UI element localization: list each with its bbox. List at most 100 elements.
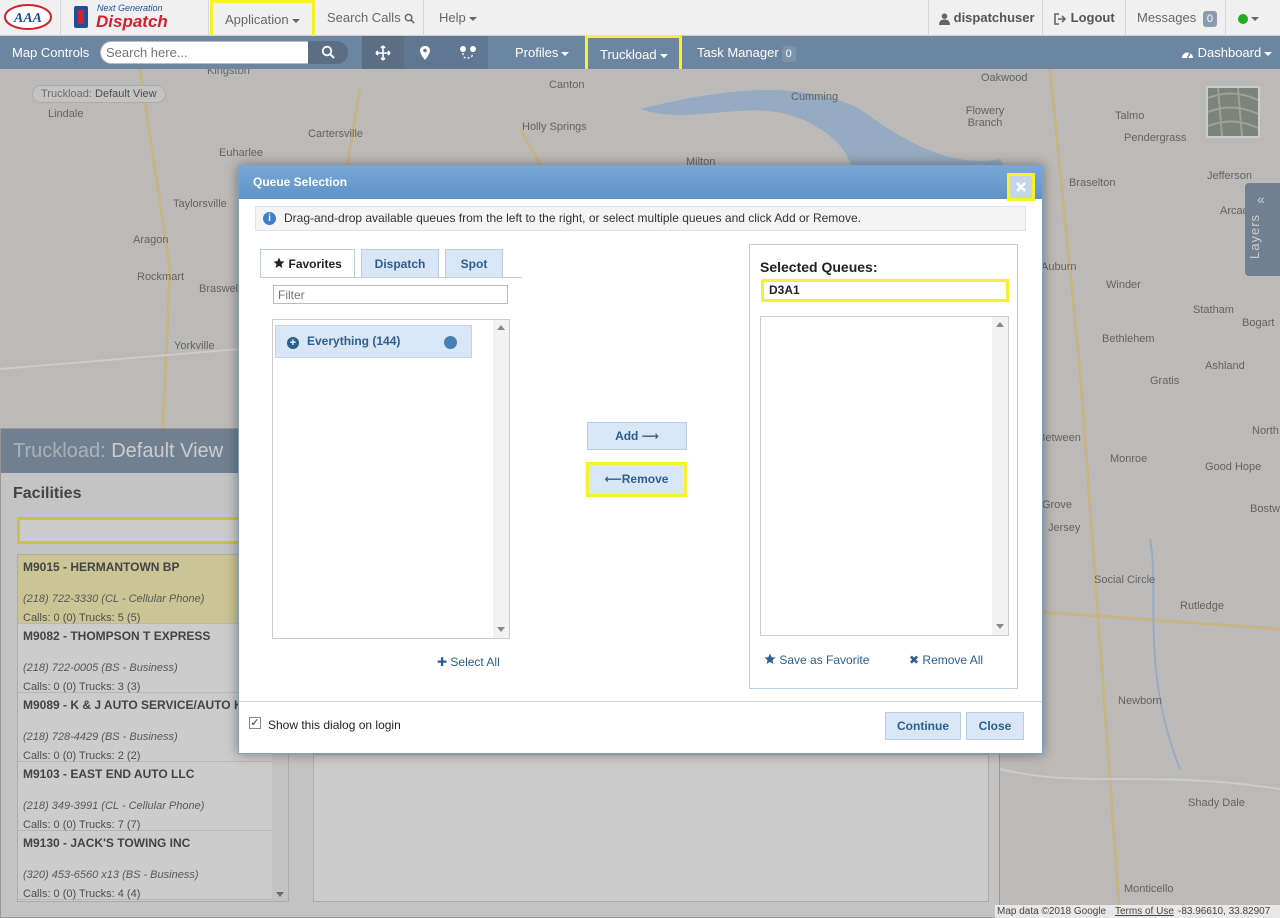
dialog-close-button[interactable] [1007,173,1035,201]
logout-icon [1054,12,1067,25]
selected-queues-title: Selected Queues: [760,259,878,275]
globe-icon [444,336,457,349]
plus-icon: ✚ [437,655,448,669]
task-count-badge: 0 [781,45,796,62]
continue-label: Continue [897,719,949,733]
username-label: dispatchuser [953,10,1035,25]
queue-filter-input[interactable] [273,285,508,304]
star-icon [764,653,776,664]
star-icon [273,257,285,268]
dashboard-label: Dashboard [1197,45,1262,60]
arrow-left-icon: ⟵ [604,472,622,486]
chevron-down-icon [561,51,570,56]
dialog-footer-divider [239,701,1042,702]
map-search-button[interactable] [308,41,348,64]
tab-label: Spot [460,257,488,271]
logout-label: Logout [1070,10,1115,25]
map-controls-label: Map Controls [12,45,90,60]
save-as-favorite-button[interactable]: Save as Favorite [764,653,869,667]
save-as-favorite-label: Save as Favorite [779,653,870,667]
add-button[interactable]: Add ⟶ [587,422,687,450]
profiles-menu[interactable]: Profiles [515,36,570,69]
tab-favorites[interactable]: Favorites [260,249,355,278]
user-icon [939,12,950,25]
search-icon [321,45,335,59]
truckload-label: Truckload [600,47,657,62]
task-manager-button[interactable]: Task Manager 0 [697,36,796,69]
status-dot-icon [1238,13,1248,24]
selected-queue-item[interactable]: D3A1 [761,279,1009,302]
task-manager-label: Task Manager [697,45,779,60]
user-menu[interactable]: dispatchuser [939,0,1035,36]
map-controls-button[interactable]: Map Controls [12,36,89,69]
tab-divider [260,277,522,278]
plus-circle-icon[interactable]: + [287,337,299,349]
selected-queues-panel: Selected Queues: D3A1 Save as Favorite ✖… [749,244,1018,689]
show-on-login-label: Show this dialog on login [268,718,401,732]
cursor-coordinates: -83.96610, 33.82907 [1178,906,1271,917]
remove-all-label: Remove All [922,653,984,667]
tab-spot[interactable]: Spot [445,249,503,278]
dialog-info-bar: i Drag-and-drop available queues from th… [255,206,1026,231]
queue-list-item[interactable]: + Everything (144) [275,325,472,358]
available-queues-list[interactable]: + Everything (144) [272,319,510,639]
dashboard-menu[interactable]: Dashboard [1181,36,1273,69]
remove-button[interactable]: ⟵Remove [586,462,687,497]
close-icon [1016,182,1026,192]
map-attribution: Map data ©2018 Google Terms of Use -83.9… [995,905,1280,918]
search-calls-menu[interactable]: Search Calls [327,0,415,36]
aaa-logo-icon: AAA [4,4,52,30]
help-menu[interactable]: Help [439,0,477,36]
add-label: Add [615,429,639,443]
logo-title: Dispatch [96,12,168,31]
remove-label: Remove [621,472,669,486]
map-data-credit: Map data ©2018 Google [997,906,1107,917]
route-icon [460,46,476,59]
selected-queues-scrollbar[interactable] [992,317,1008,635]
close-icon: ✖ [909,653,920,667]
chevron-down-icon [468,16,477,21]
messages-count-badge: 0 [1202,10,1217,27]
select-all-label: Select All [450,655,500,669]
svg-text:AAA: AAA [13,11,42,26]
queue-item-label: Everything (144) [307,334,401,348]
terms-of-use-link[interactable]: Terms of Use [1115,905,1174,918]
next-gen-dispatch-logo: Next Generation Dispatch [70,2,190,34]
help-label: Help [439,10,466,25]
top-navbar: AAA Next Generation Dispatch Application… [0,0,1280,40]
tab-label: Dispatch [374,257,426,271]
dialog-header: Queue Selection [239,166,1042,199]
select-all-button[interactable]: ✚ Select All [437,655,500,669]
available-queues-scrollbar[interactable] [493,320,509,638]
messages-button[interactable]: Messages 0 [1137,0,1217,36]
search-calls-label: Search Calls [327,10,401,25]
dashboard-icon [1182,52,1193,59]
marker-tool-button[interactable] [404,36,446,69]
chevron-down-icon [1264,51,1273,56]
scroll-down-icon[interactable] [497,627,505,632]
dispatch-logo-icon [74,6,88,28]
status-menu[interactable] [1238,0,1259,36]
dialog-title: Queue Selection [253,175,348,189]
dialog-info-text: Drag-and-drop available queues from the … [284,211,861,225]
search-icon [404,13,415,24]
scroll-down-icon[interactable] [996,624,1004,629]
tab-label: Favorites [288,257,342,271]
scroll-up-icon[interactable] [497,325,505,330]
show-on-login-checkbox[interactable]: ✓ [249,717,261,729]
application-menu[interactable]: Application [210,0,315,40]
close-label: Close [978,719,1012,733]
queue-selection-dialog: Queue Selection i Drag-and-drop availabl… [238,165,1043,754]
route-tool-button[interactable] [446,36,488,69]
continue-button[interactable]: Continue [885,712,961,740]
tab-dispatch[interactable]: Dispatch [361,249,439,278]
map-search-input[interactable] [100,41,310,64]
remove-all-button[interactable]: ✖ Remove All [909,653,983,667]
selected-queues-list[interactable] [760,316,1009,636]
logout-button[interactable]: Logout [1054,0,1115,36]
messages-label: Messages [1137,10,1197,25]
application-label: Application [225,12,289,27]
pan-tool-button[interactable] [362,36,404,69]
scroll-up-icon[interactable] [996,322,1004,327]
close-button[interactable]: Close [966,712,1024,740]
